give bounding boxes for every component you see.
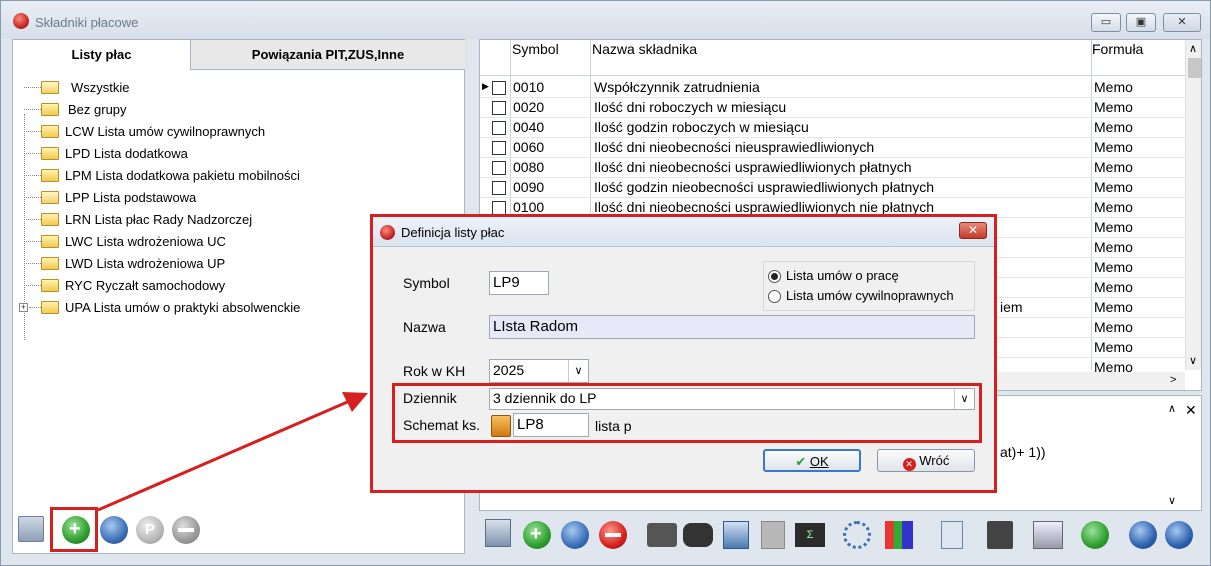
- nazwa-input[interactable]: LIsta Radom: [489, 315, 975, 339]
- dialog-title-bar: Definicja listy płac ✕: [373, 217, 994, 247]
- symbol-label: Symbol: [403, 275, 450, 291]
- chevron-down-icon[interactable]: ∨: [568, 360, 588, 382]
- radio-umowy-cywilnoprawne[interactable]: [768, 290, 781, 303]
- dziennik-highlight-box: [392, 383, 982, 443]
- symbol-input[interactable]: LP9: [489, 271, 549, 295]
- dialog-close-button[interactable]: ✕: [959, 222, 987, 239]
- cancel-button[interactable]: ✕ Wróć: [877, 449, 975, 472]
- rok-label: Rok w KH: [403, 363, 466, 379]
- rok-select[interactable]: 2025 ∨: [489, 359, 589, 383]
- dialog-title: Definicja listy płac: [401, 225, 505, 240]
- check-icon: ✔: [795, 454, 807, 469]
- radio-umowy-o-prace-label: Lista umów o pracę: [786, 268, 899, 283]
- ok-button[interactable]: ✔ OK: [763, 449, 861, 472]
- radio-umowy-cywilnoprawne-label: Lista umów cywilnoprawnych: [786, 288, 954, 303]
- contract-type-group: Lista umów o pracę Lista umów cywilnopra…: [763, 261, 975, 311]
- radio-umowy-o-prace[interactable]: [768, 270, 781, 283]
- list-definition-dialog: Definicja listy płac ✕ Symbol LP9 Lista …: [370, 214, 997, 493]
- nazwa-label: Nazwa: [403, 319, 446, 335]
- app-icon: [380, 225, 395, 240]
- cancel-icon: ✕: [902, 458, 916, 471]
